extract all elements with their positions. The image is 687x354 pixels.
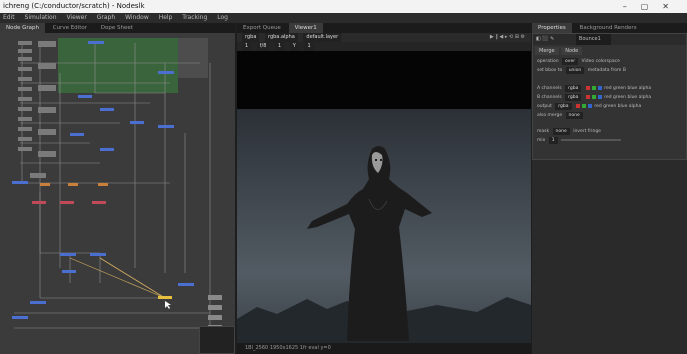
panel-subtabs: Merge Node: [535, 47, 583, 55]
tab-node-graph[interactable]: Node Graph: [0, 23, 45, 33]
tab-curve-editor[interactable]: Curve Editor: [47, 23, 93, 33]
menu-tracking[interactable]: Tracking: [182, 14, 207, 21]
menu-window[interactable]: Window: [125, 14, 149, 21]
tab-export-queue[interactable]: Export Queue: [237, 23, 287, 33]
row-operation: operation over Video colorspace: [537, 58, 620, 65]
metadata-select[interactable]: metadata from B: [588, 68, 626, 73]
video-colorspace-checkbox[interactable]: Video colorspace: [582, 59, 620, 64]
selected-merge-node: [158, 296, 172, 299]
label-b-channels: B channels: [537, 95, 562, 100]
red-swatch-icon: [575, 103, 580, 108]
menu-viewer[interactable]: Viewer: [66, 14, 86, 21]
red-nodes: [32, 201, 106, 204]
viewer-toolbar: rgba rgba.alpha default.layer ▶ ‖ ◀ ▸ ⟲ …: [237, 33, 531, 42]
mask-select[interactable]: none: [552, 128, 570, 135]
merge-node-panel: ◧ ⬛ ✎ Bounce1 Merge Node operation over …: [532, 33, 687, 160]
a-channels-select[interactable]: rgba: [565, 85, 582, 92]
a-channel-flags[interactable]: red green blue alpha: [604, 86, 651, 91]
mix-field[interactable]: 1: [548, 137, 558, 144]
row-b-channels: B channels rgba red green blue alpha: [537, 94, 651, 101]
mix-slider[interactable]: [561, 138, 622, 141]
backdrop-gray: [178, 38, 208, 78]
output-select[interactable]: rgba: [555, 103, 572, 110]
green-swatch-icon: [591, 85, 596, 90]
label-mask: mask: [537, 129, 550, 134]
viewer-letterbox: [237, 51, 531, 109]
backdrop-green: [58, 38, 178, 93]
viewer-pane: Export Queue Viewer1 rgba rgba.alpha def…: [237, 23, 531, 354]
blue-swatch-icon: [587, 103, 592, 108]
also-merge-select[interactable]: none: [565, 112, 583, 119]
menu-graph[interactable]: Graph: [97, 14, 115, 21]
navigator-thumbnail[interactable]: [199, 326, 235, 354]
green-swatch-icon: [581, 103, 586, 108]
value-field[interactable]: 1: [304, 42, 314, 51]
menu-simulation[interactable]: Simulation: [25, 14, 57, 21]
window-controls[interactable]: –▢✕: [623, 0, 683, 13]
properties-pane: Properties Background Renders ◧ ⬛ ✎ Boun…: [532, 23, 687, 354]
blue-swatch-icon: [597, 85, 602, 90]
mask-options[interactable]: invert fringe: [573, 129, 601, 134]
panel-icons[interactable]: ◧ ⬛ ✎: [536, 36, 554, 42]
label-set-bbox: set bbox to: [537, 68, 563, 73]
row-a-channels: A channels rgba red green blue alpha: [537, 85, 651, 92]
ratio-field[interactable]: Y: [289, 42, 299, 51]
blue-swatch-icon: [597, 94, 602, 99]
menu-edit[interactable]: Edit: [3, 14, 15, 21]
zoom-field[interactable]: 1: [275, 42, 285, 51]
row-also-merge: also merge none: [537, 112, 585, 119]
tab-viewer1[interactable]: Viewer1: [288, 23, 323, 33]
node-name-field[interactable]: Bounce1: [575, 34, 611, 45]
node-graph-canvas[interactable]: [0, 33, 235, 354]
row-output: output rgba red green blue alpha: [537, 103, 641, 110]
window-title: ichreng (C:/conductor/scratch) - Nodeslk: [3, 2, 145, 10]
frame-field[interactable]: 1: [242, 42, 252, 51]
tab-merge[interactable]: Merge: [535, 47, 559, 55]
menu-help[interactable]: Help: [159, 14, 173, 21]
render-image[interactable]: [237, 109, 531, 343]
mode-select[interactable]: rgba.alpha: [264, 33, 298, 42]
node-graph-pane: Node Graph Curve Editor Dope Sheet: [0, 23, 235, 354]
viewer-tabbar: Export Queue Viewer1: [237, 23, 531, 33]
label-mix: mix: [537, 138, 546, 143]
viewer-status-text: 1Bl_2560 1950x1625 1fr eval y=0: [245, 345, 331, 351]
output-flags[interactable]: red green blue alpha: [594, 104, 641, 109]
row-mix: mix 1: [537, 137, 622, 144]
fstop-field[interactable]: f/8: [256, 42, 270, 51]
menu-bar: Edit Simulation Viewer Graph Window Help…: [0, 13, 687, 23]
tab-node[interactable]: Node: [561, 47, 583, 55]
graph-tabbar: Node Graph Curve Editor Dope Sheet: [0, 23, 235, 33]
row-mask: mask none invert fringe: [537, 128, 601, 135]
label-a-channels: A channels: [537, 86, 562, 91]
bbox-select[interactable]: union: [565, 67, 585, 74]
viewer-toolbar-secondary: 1 f/8 1 Y 1: [237, 42, 531, 51]
channel-select[interactable]: rgba: [242, 33, 260, 42]
label-output: output: [537, 104, 552, 109]
label-operation: operation: [537, 59, 559, 64]
layer-select[interactable]: default.layer: [303, 33, 342, 42]
red-swatch-icon: [585, 94, 590, 99]
panel-toolbar: ◧ ⬛ ✎ Bounce1: [533, 34, 686, 45]
menu-log[interactable]: Log: [217, 14, 228, 21]
tab-dope-sheet[interactable]: Dope Sheet: [95, 23, 139, 33]
tab-properties[interactable]: Properties: [532, 23, 572, 33]
viewer-controls[interactable]: ▶ ‖ ◀ ▸ ⟲ ⊞ ⚙: [490, 33, 525, 42]
operation-select[interactable]: over: [562, 58, 579, 65]
viewer-statusbar: 1Bl_2560 1950x1625 1fr eval y=0: [237, 343, 531, 354]
props-tabbar: Properties Background Renders: [532, 23, 687, 33]
label-also-merge: also merge: [537, 113, 563, 118]
b-channels-select[interactable]: rgba: [565, 94, 582, 101]
window-titlebar: ichreng (C:/conductor/scratch) - Nodeslk…: [0, 0, 687, 13]
b-channel-flags[interactable]: red green blue alpha: [604, 95, 651, 100]
red-swatch-icon: [585, 85, 590, 90]
green-swatch-icon: [591, 94, 596, 99]
row-set-bbox: set bbox to union metadata from B: [537, 67, 626, 74]
tab-background-renders[interactable]: Background Renders: [574, 23, 643, 33]
